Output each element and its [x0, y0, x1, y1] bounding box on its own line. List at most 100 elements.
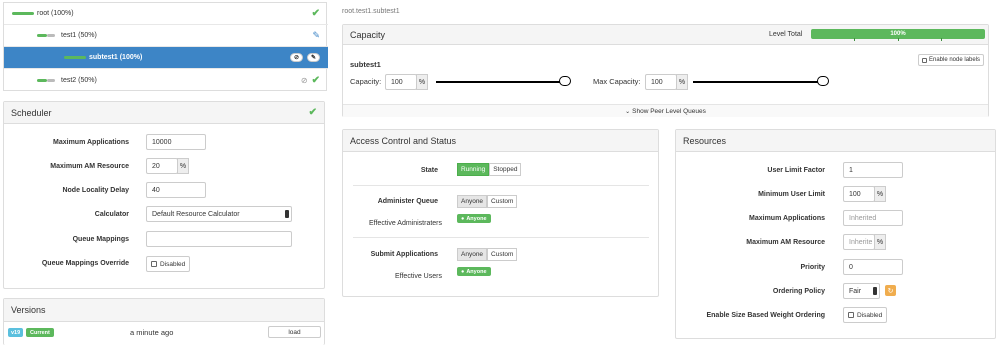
scheduler-title: Scheduler [11, 107, 52, 118]
ordering-policy-label: Ordering Policy [772, 288, 825, 295]
select-arrow-icon [285, 210, 289, 218]
user-icon: ● [461, 215, 465, 222]
max-apps-input[interactable]: 10000 [146, 134, 206, 150]
state-label: State [420, 167, 438, 174]
user-icon: ● [461, 268, 465, 275]
show-peer-queues-link[interactable]: ⌄ Show Peer Level Queues [343, 104, 988, 117]
res-max-am-input[interactable]: Inherite [843, 234, 875, 250]
check-icon: ✔ [311, 8, 320, 19]
pencil-icon[interactable]: ✎ [312, 30, 320, 41]
access-control-header: Access Control and Status [343, 130, 658, 152]
anyone-badge-label: Anyone [466, 215, 487, 222]
versions-title: Versions [11, 305, 46, 315]
node-locality-input[interactable]: 40 [146, 182, 206, 198]
capacity-bar [37, 34, 47, 37]
scheduler-panel: Scheduler ✔ Maximum Applications 10000 M… [3, 101, 325, 289]
size-weight-value: Disabled [857, 311, 883, 319]
top-right-corner-mark: ˇ [975, 0, 978, 3]
submit-anyone-button[interactable]: Anyone [457, 248, 488, 261]
tree-row-root[interactable]: root (100%) ✔ [4, 3, 328, 25]
effective-users-badge: ● Anyone [457, 267, 491, 276]
show-peer-label: Show Peer Level Queues [632, 107, 706, 115]
state-toggle: Running Stopped [457, 163, 522, 176]
check-icon[interactable]: ✔ [309, 107, 317, 118]
capacity-bar [64, 56, 86, 59]
effective-admins-badge: ● Anyone [457, 214, 491, 223]
access-control-title: Access Control and Status [350, 135, 457, 146]
max-capacity-slider-track[interactable] [693, 81, 823, 83]
capacity-slider-handle[interactable] [559, 76, 571, 86]
tree-row-test2[interactable]: test2 (50%) ⊘ ✔ [4, 69, 328, 91]
versions-panel: Versions v19 Current a minute ago load [3, 298, 325, 345]
tree-label-subtest1: subtest1 (100%) [89, 54, 143, 61]
checkbox-icon [848, 312, 854, 318]
calculator-select[interactable]: Default Resource Calculator [146, 206, 292, 222]
user-limit-factor-label: User Limit Factor [767, 167, 825, 174]
breadcrumb: root.test1.subtest1 [342, 8, 400, 15]
calculator-label: Calculator [94, 211, 129, 218]
calculator-value: Default Resource Calculator [152, 210, 240, 218]
enable-node-labels-toggle[interactable]: Enable node labels [918, 54, 985, 66]
queue-mappings-label: Queue Mappings [72, 236, 129, 243]
max-capacity-input[interactable]: 100 [645, 74, 677, 90]
capacity-label: Capacity: [350, 77, 382, 86]
node-locality-label: Node Locality Delay [62, 187, 129, 194]
max-am-input[interactable]: 20 [146, 158, 178, 174]
max-capacity-label: Max Capacity: [593, 77, 641, 86]
admin-anyone-button[interactable]: Anyone [457, 195, 488, 208]
level-total-ticks [811, 38, 985, 41]
check-icon: ✔ [311, 74, 320, 86]
tree-row-test1[interactable]: test1 (50%) ✎ [4, 25, 328, 47]
divider [353, 185, 649, 186]
size-weight-toggle[interactable]: Disabled [843, 307, 888, 323]
submit-custom-button[interactable]: Custom [487, 248, 518, 261]
capacity-bar [12, 12, 34, 15]
capacity-bar-remainder [47, 78, 55, 82]
tick-mark [941, 38, 942, 41]
resources-panel: Resources User Limit Factor 1 Minimum Us… [675, 129, 996, 339]
override-toggle[interactable]: Disabled [146, 256, 191, 272]
pencil-icon[interactable]: ✎ [307, 53, 320, 62]
ordering-settings-button[interactable]: ↻ [885, 285, 896, 296]
access-control-panel: Access Control and Status State Running … [342, 129, 659, 297]
capacity-bar [37, 78, 47, 82]
effective-admins-label: Effective Administraters [369, 220, 443, 227]
res-max-am-label: Maximum AM Resource [746, 239, 825, 246]
admin-toggle: Anyone Custom [457, 195, 518, 208]
min-user-limit-label: Minimum User Limit [758, 191, 825, 198]
versions-header: Versions [4, 299, 324, 322]
capacity-slider-track[interactable] [436, 81, 565, 83]
administer-queue-label: Administer Queue [377, 198, 438, 205]
submit-toggle: Anyone Custom [457, 248, 518, 261]
max-capacity-slider-handle[interactable] [817, 76, 829, 86]
admin-custom-button[interactable]: Custom [487, 195, 518, 208]
queue-mappings-input[interactable] [146, 231, 292, 247]
override-label: Queue Mappings Override [41, 260, 129, 267]
scheduler-header: Scheduler ✔ [4, 102, 324, 124]
resources-header: Resources [676, 130, 995, 152]
capacity-input[interactable]: 100 [385, 74, 417, 90]
divider [353, 237, 649, 238]
percent-addon: % [177, 158, 189, 174]
max-am-label: Maximum AM Resource [50, 163, 129, 170]
eye-slash-icon[interactable]: ⊘ [290, 53, 303, 62]
stopped-button[interactable]: Stopped [489, 163, 522, 176]
percent-addon: % [874, 186, 886, 202]
load-button[interactable]: load [268, 326, 321, 338]
chevron-down-icon: ⌄ [625, 108, 631, 115]
tree-row-subtest1[interactable]: subtest1 (100%) ⊘ ✎ [4, 47, 328, 69]
checkbox-icon [151, 261, 157, 267]
anyone-badge-label: Anyone [466, 268, 487, 275]
priority-input[interactable]: 0 [843, 259, 903, 275]
effective-users-label: Effective Users [395, 273, 442, 280]
eye-slash-icon[interactable]: ⊘ [301, 76, 308, 85]
tree-label-test1: test1 (50%) [61, 32, 97, 39]
running-button[interactable]: Running [457, 163, 490, 176]
level-total-label: Level Total [769, 31, 803, 38]
refresh-icon: ↻ [887, 287, 894, 295]
ordering-policy-select[interactable]: Fair [843, 283, 880, 299]
submit-applications-label: Submit Applications [370, 251, 438, 258]
user-limit-factor-input[interactable]: 1 [843, 162, 903, 178]
res-max-apps-input[interactable]: Inherited [843, 210, 903, 226]
min-user-limit-input[interactable]: 100 [843, 186, 875, 202]
